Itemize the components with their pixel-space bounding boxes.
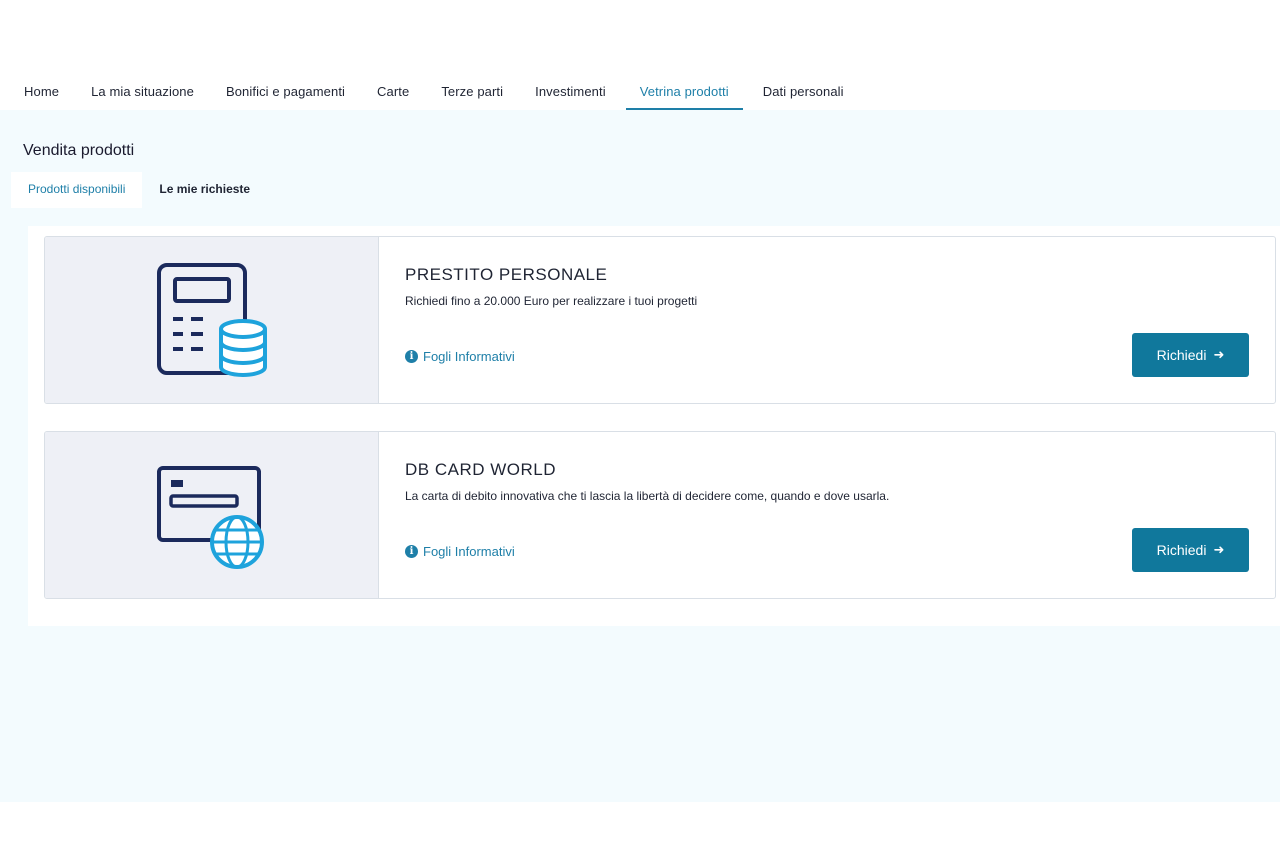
nav-item-terze-parti[interactable]: Terze parti bbox=[429, 72, 515, 110]
button-label: Richiedi bbox=[1156, 542, 1207, 558]
nav-item-investimenti[interactable]: Investimenti bbox=[523, 72, 618, 110]
product-image bbox=[45, 432, 379, 598]
richiedi-button[interactable]: Richiedi ➜ bbox=[1132, 333, 1249, 377]
arrow-right-icon: ➜ bbox=[1213, 347, 1225, 362]
product-card-prestito-personale: PRESTITO PERSONALE Richiedi fino a 20.00… bbox=[44, 236, 1276, 404]
nav-item-home[interactable]: Home bbox=[12, 72, 71, 110]
info-icon: i bbox=[405, 350, 418, 363]
nav-item-carte[interactable]: Carte bbox=[365, 72, 421, 110]
main-nav: Home La mia situazione Bonifici e pagame… bbox=[0, 72, 1280, 110]
product-title: DB CARD WORLD bbox=[405, 460, 557, 479]
nav-item-la-mia-situazione[interactable]: La mia situazione bbox=[79, 72, 206, 110]
product-details: DB CARD WORLD La carta di debito innovat… bbox=[379, 432, 1275, 598]
fogli-informativi-link[interactable]: i Fogli Informativi bbox=[405, 544, 515, 559]
richiedi-button[interactable]: Richiedi ➜ bbox=[1132, 528, 1249, 572]
product-card-db-card-world: DB CARD WORLD La carta di debito innovat… bbox=[44, 431, 1276, 599]
product-image bbox=[45, 237, 379, 403]
product-description: La carta di debito innovativa che ti las… bbox=[405, 489, 890, 503]
arrow-right-icon: ➜ bbox=[1213, 542, 1225, 557]
card-globe-icon bbox=[157, 466, 264, 569]
button-label: Richiedi bbox=[1156, 347, 1207, 363]
link-label: Fogli Informativi bbox=[423, 349, 515, 364]
info-icon: i bbox=[405, 545, 418, 558]
fogli-informativi-link[interactable]: i Fogli Informativi bbox=[405, 349, 515, 364]
nav-item-bonifici-e-pagamenti[interactable]: Bonifici e pagamenti bbox=[214, 72, 357, 110]
nav-item-dati-personali[interactable]: Dati personali bbox=[751, 72, 856, 110]
link-label: Fogli Informativi bbox=[423, 544, 515, 559]
tab-le-mie-richieste[interactable]: Le mie richieste bbox=[142, 172, 267, 208]
product-details: PRESTITO PERSONALE Richiedi fino a 20.00… bbox=[379, 237, 1275, 403]
page-title: Vendita prodotti bbox=[23, 142, 135, 159]
nav-item-vetrina-prodotti[interactable]: Vetrina prodotti bbox=[625, 72, 743, 110]
tab-prodotti-disponibili[interactable]: Prodotti disponibili bbox=[11, 172, 143, 208]
content-area: Vendita prodotti Prodotti disponibili Le… bbox=[0, 110, 1280, 802]
subtabs: Prodotti disponibili Le mie richieste bbox=[11, 172, 267, 208]
product-title: PRESTITO PERSONALE bbox=[405, 265, 608, 284]
calculator-coins-icon bbox=[157, 263, 267, 377]
product-description: Richiedi fino a 20.000 Euro per realizza… bbox=[405, 294, 698, 308]
products-panel: PRESTITO PERSONALE Richiedi fino a 20.00… bbox=[28, 226, 1280, 626]
